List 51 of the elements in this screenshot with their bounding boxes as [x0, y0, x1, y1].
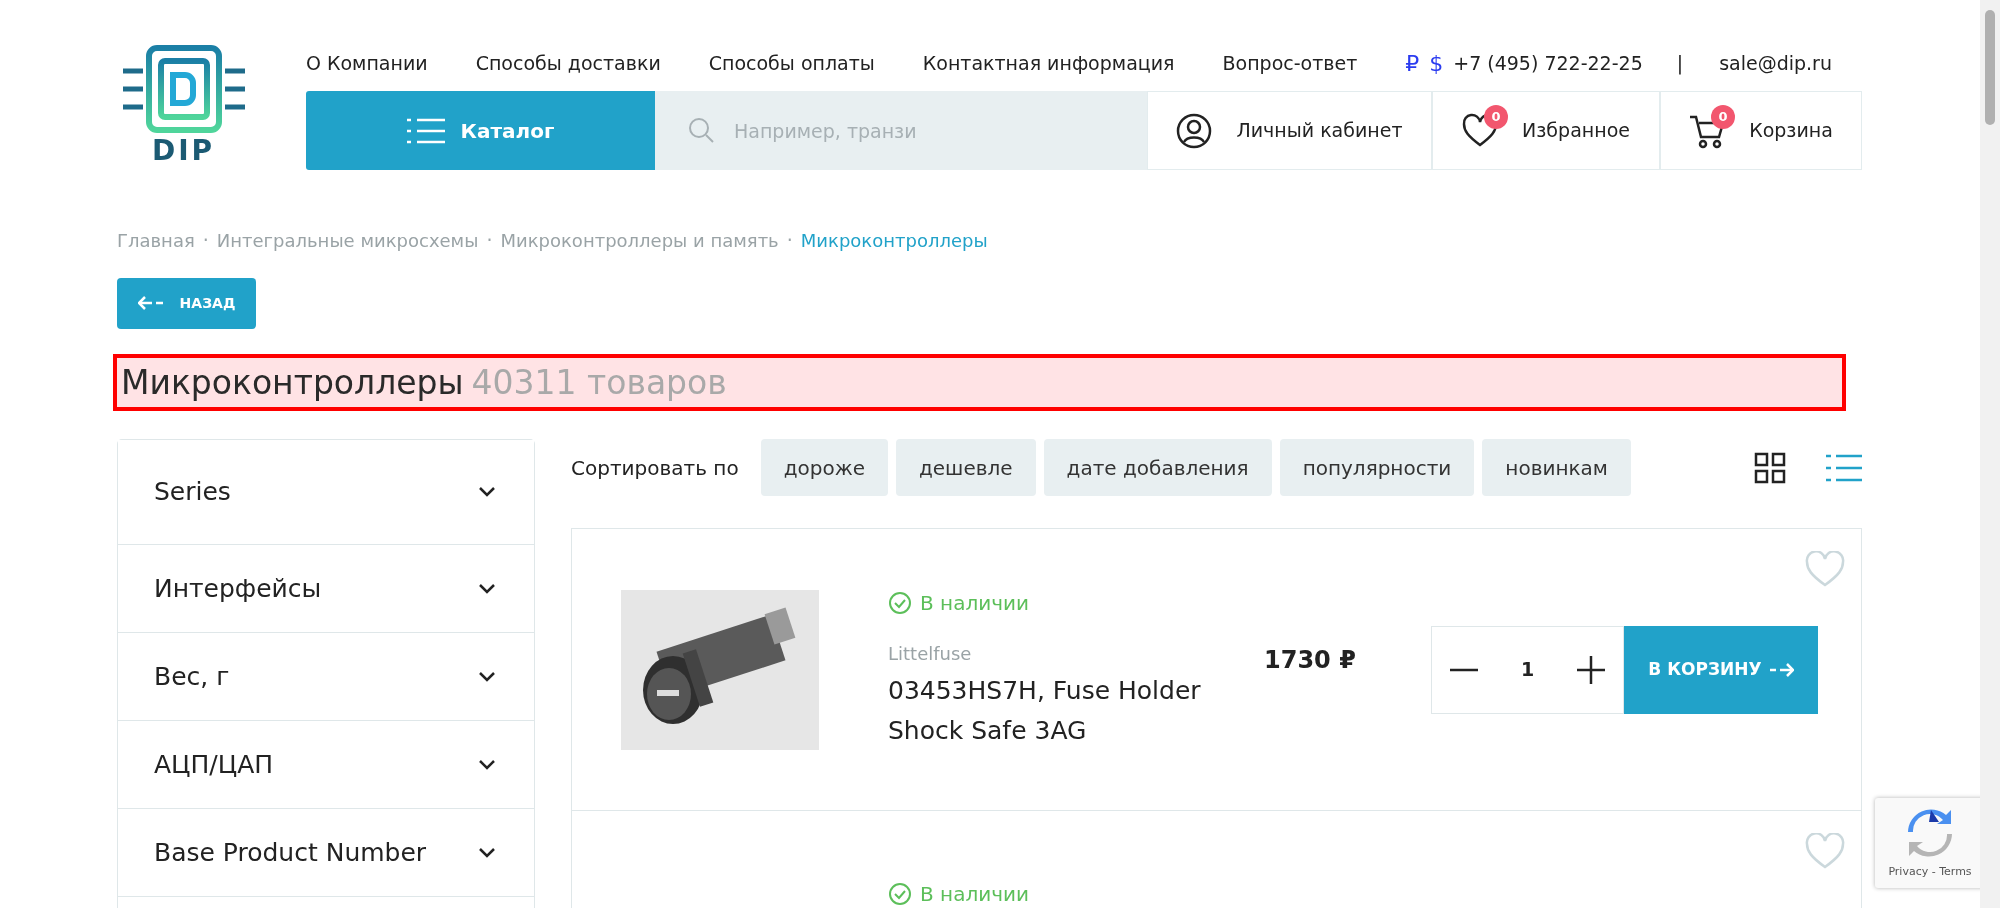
quantity-stepper[interactable]: 1: [1431, 625, 1624, 714]
price: 1730 ₽: [1264, 645, 1357, 676]
product-name[interactable]: 03453HS7H, Fuse Holder Shock Safe 3AG: [888, 671, 1238, 751]
dollar-icon[interactable]: $: [1429, 46, 1444, 80]
menu-icon: [406, 116, 445, 145]
logo-text[interactable]: DIP: [151, 137, 216, 165]
search-icon: [688, 117, 714, 143]
account-label: Избранное: [1522, 118, 1630, 144]
logo-icon[interactable]: [120, 45, 247, 133]
sort-button[interactable]: дороже: [760, 439, 888, 496]
plus-icon[interactable]: [1577, 655, 1605, 684]
nav-link-text[interactable]: Контактная информация: [922, 48, 1175, 78]
breadcrumb-separator: ·: [486, 228, 493, 253]
heart-icon: [1462, 112, 1499, 149]
count-badge: 0: [1484, 104, 1509, 129]
sort-button[interactable]: дешевле: [895, 439, 1036, 496]
filter-item[interactable]: Series: [118, 440, 534, 545]
stock-status: В наличии: [920, 590, 1029, 617]
minus-icon[interactable]: [1450, 667, 1478, 672]
search-field[interactable]: Например, транзи: [655, 91, 1147, 170]
count-badge: 0: [1711, 104, 1736, 129]
account-link[interactable]: 0 Избранное: [1432, 91, 1660, 170]
nav-link-text[interactable]: Вопрос-ответ: [1222, 48, 1358, 78]
breadcrumb-separator: ·: [786, 228, 793, 253]
arrow-left-icon: [137, 296, 164, 310]
sort-button[interactable]: дате добавления: [1043, 439, 1272, 496]
stock-status: В наличии: [920, 881, 1029, 908]
scrollbar[interactable]: [1980, 0, 2000, 908]
account-label: Корзина: [1749, 118, 1833, 144]
nav-link-text[interactable]: Способы оплаты: [708, 48, 875, 78]
separator: |: [1676, 50, 1684, 77]
sort-label: Сортировать по: [571, 454, 739, 482]
nav-link-text[interactable]: Способы доставки: [475, 48, 661, 78]
sort-button[interactable]: популярности: [1279, 439, 1475, 496]
page-title: Микроконтроллеры: [121, 362, 464, 402]
user-icon: [1176, 112, 1213, 149]
recaptcha-icon: [1905, 808, 1955, 858]
recaptcha-links[interactable]: Privacy - Terms: [1888, 864, 1972, 881]
quantity-value: 1: [1520, 657, 1535, 683]
item-count: 40311 товаров: [471, 362, 727, 402]
account-link[interactable]: Личный кабинет: [1147, 91, 1432, 170]
account-label: Личный кабинет: [1236, 118, 1403, 144]
phone-link[interactable]: +7 (495) 722-22-25: [1453, 48, 1643, 78]
nav-link-text[interactable]: О Компании: [306, 48, 428, 78]
arrow-right-icon: [1769, 662, 1794, 677]
email-link[interactable]: sale@dip.ru: [1719, 48, 1832, 78]
sort-button[interactable]: новинкам: [1482, 439, 1631, 496]
brand-name: Littelfuse: [888, 642, 973, 666]
account-link[interactable]: 0 Корзина: [1660, 91, 1862, 170]
breadcrumb-separator: ·: [202, 228, 209, 253]
ruble-icon[interactable]: ₽: [1405, 46, 1420, 80]
